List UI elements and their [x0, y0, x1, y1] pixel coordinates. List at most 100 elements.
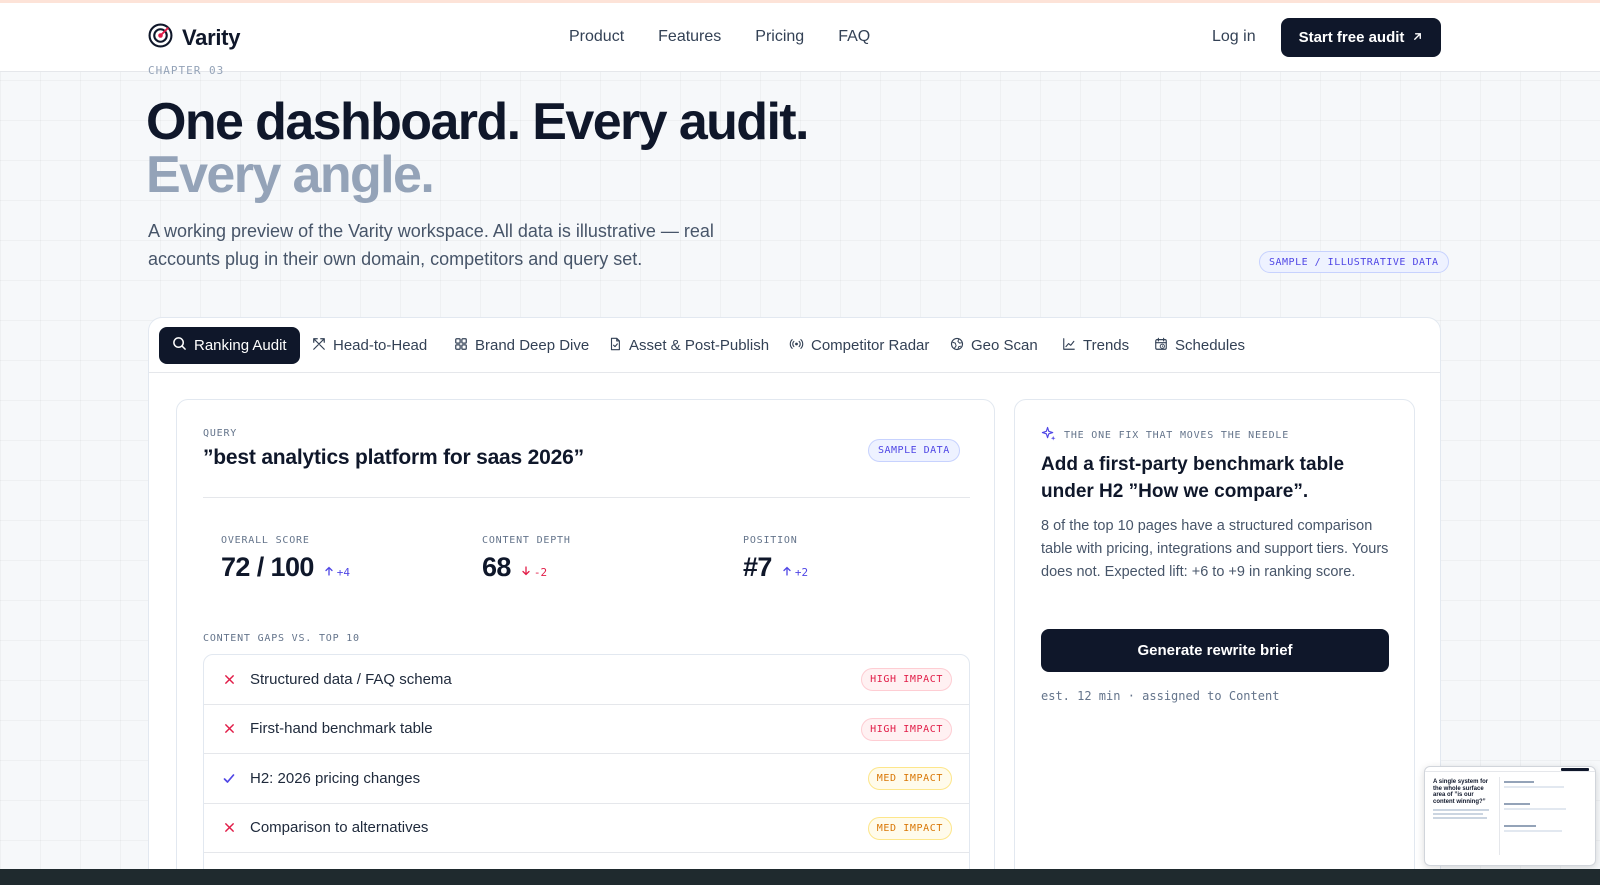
fix-label-text: THE ONE FIX THAT MOVES THE NEEDLE [1064, 429, 1290, 441]
cta-label: Start free audit [1298, 29, 1405, 46]
chart-line-icon [1062, 337, 1076, 355]
fix-title: Add a first-party benchmark table under … [1041, 454, 1345, 502]
gap-text: H2: 2026 pricing changes [250, 769, 421, 787]
thumbnail-line [1433, 817, 1487, 819]
metric-label: OVERALL SCORE [221, 535, 310, 546]
tab-label: Competitor Radar [811, 337, 930, 354]
tab-ranking-audit[interactable]: Ranking Audit [159, 327, 300, 364]
dashboard-panel: Ranking Audit Head-to-Head Brand Deep Di… [148, 317, 1441, 885]
metric-position: POSITION #7 +2 [743, 535, 808, 583]
arrow-up-icon [324, 566, 334, 579]
x-icon [222, 723, 236, 734]
arrow-up-icon [782, 566, 792, 579]
login-link[interactable]: Log in [1212, 28, 1256, 46]
dashboard-tabs: Ranking Audit Head-to-Head Brand Deep Di… [149, 318, 1440, 373]
impact-badge: MED IMPACT [867, 767, 952, 790]
start-free-audit-button[interactable]: Start free audit [1281, 18, 1441, 57]
metric-value: 68 [482, 552, 511, 582]
logo[interactable]: Varity [148, 23, 240, 53]
query-label: QUERY [203, 428, 238, 439]
metric-overall-score: OVERALL SCORE 72 / 100 +4 [221, 535, 350, 583]
metric-delta-value: -2 [533, 566, 548, 579]
thumbnail-cta [1561, 768, 1589, 771]
impact-badge: HIGH IMPACT [861, 717, 952, 741]
metric-delta: -2 [521, 566, 547, 579]
thumbnail-line [1433, 813, 1483, 815]
tab-trends[interactable]: Trends [1049, 327, 1142, 364]
thumbnail-list [1499, 777, 1589, 855]
thumbnail-line [1433, 809, 1489, 811]
tab-label: Geo Scan [971, 337, 1038, 354]
arrow-up-right-icon [1412, 29, 1423, 46]
search-icon [172, 336, 187, 355]
metric-delta: +4 [324, 566, 350, 579]
page-thumbnail[interactable]: A single system for the whole surface ar… [1424, 766, 1596, 866]
gap-text: Structured data / FAQ schema [250, 670, 452, 688]
tab-label: Ranking Audit [194, 337, 287, 354]
impact-badge: MED IMPACT [867, 816, 952, 840]
sparkles-icon [1041, 426, 1056, 444]
tab-competitor-radar[interactable]: Competitor Radar [776, 327, 942, 364]
fix-meta: est. 12 min · assigned to Content [1041, 689, 1280, 703]
divider [203, 497, 970, 498]
nav-features[interactable]: Features [658, 28, 721, 46]
metric-delta-value: +4 [336, 566, 351, 579]
tab-brand-deep-dive[interactable]: Brand Deep Dive [441, 327, 602, 364]
logo-text: Varity [182, 25, 241, 50]
ranking-audit-card: QUERY ”best analytics platform for saas … [176, 399, 995, 885]
gap-text: Comparison to alternatives [250, 819, 429, 837]
tab-head-to-head[interactable]: Head-to-Head [299, 327, 440, 364]
list-item[interactable]: Structured data / FAQ schema HIGH IMPACT [204, 655, 969, 705]
hero-description: A working preview of the Varity workspac… [148, 221, 714, 269]
metric-label: POSITION [743, 535, 798, 546]
swords-icon [312, 337, 326, 355]
metric-value: 72 / 100 [221, 552, 314, 582]
tab-label: Trends [1083, 337, 1130, 354]
x-icon [222, 822, 236, 833]
tab-label: Schedules [1175, 337, 1246, 354]
metric-delta: +2 [782, 566, 808, 579]
file-icon [608, 337, 622, 355]
metric-delta-value: +2 [794, 566, 809, 579]
fix-description: 8 of the top 10 pages have a structured … [1041, 518, 1389, 580]
hero-title-line2: Every angle. [146, 146, 435, 204]
thumbnail-headline: A single system for the whole surface ar… [1433, 779, 1489, 805]
sample-data-badge: SAMPLE / ILLUSTRATIVE DATA [1259, 251, 1449, 273]
list-item[interactable]: H2: 2026 pricing changes MED IMPACT [204, 754, 969, 804]
arrow-down-icon [521, 566, 531, 579]
content-gaps-list: Structured data / FAQ schema HIGH IMPACT… [203, 654, 970, 885]
site-header: Varity Product Features Pricing FAQ Log … [0, 3, 1600, 72]
list-item[interactable]: Comparison to alternatives MED IMPACT [204, 804, 969, 853]
metric-content-depth: CONTENT DEPTH 68 -2 [482, 535, 571, 583]
check-icon [222, 773, 236, 784]
metric-value: #7 [743, 552, 772, 582]
nav-pricing[interactable]: Pricing [755, 28, 804, 46]
radio-icon [789, 337, 804, 355]
nav-faq[interactable]: FAQ [838, 28, 870, 46]
grid-icon [454, 337, 468, 355]
tab-label: Head-to-Head [333, 337, 428, 354]
chapter-label: CHAPTER 03 [148, 64, 225, 77]
list-item[interactable]: First-hand benchmark table HIGH IMPACT [204, 705, 969, 754]
query-text: ”best analytics platform for saas 2026” [203, 446, 584, 469]
tab-asset-post-publish[interactable]: Asset & Post-Publish [595, 327, 782, 364]
calendar-clock-icon [1154, 337, 1168, 355]
x-icon [222, 674, 236, 685]
tab-schedules[interactable]: Schedules [1141, 327, 1258, 364]
tab-label: Asset & Post-Publish [629, 337, 770, 354]
impact-badge: HIGH IMPACT [861, 668, 952, 691]
generate-rewrite-brief-button[interactable]: Generate rewrite brief [1041, 629, 1389, 672]
nav-product[interactable]: Product [569, 28, 624, 46]
recommended-fix-card: THE ONE FIX THAT MOVES THE NEEDLE Add a … [1014, 399, 1415, 885]
hero-title-line1: One dashboard. Every audit. [146, 93, 809, 151]
metric-label: CONTENT DEPTH [482, 535, 571, 546]
tab-geo-scan[interactable]: Geo Scan [937, 327, 1051, 364]
content-gaps-label: CONTENT GAPS VS. TOP 10 [203, 633, 360, 644]
tab-label: Brand Deep Dive [475, 337, 590, 354]
main-nav: Product Features Pricing FAQ [569, 28, 870, 46]
fix-label: THE ONE FIX THAT MOVES THE NEEDLE [1041, 426, 1289, 444]
globe-icon [950, 337, 964, 355]
bottom-bar [0, 869, 1600, 885]
sample-data-tag: SAMPLE DATA [868, 439, 960, 462]
gap-text: First-hand benchmark table [250, 720, 433, 738]
